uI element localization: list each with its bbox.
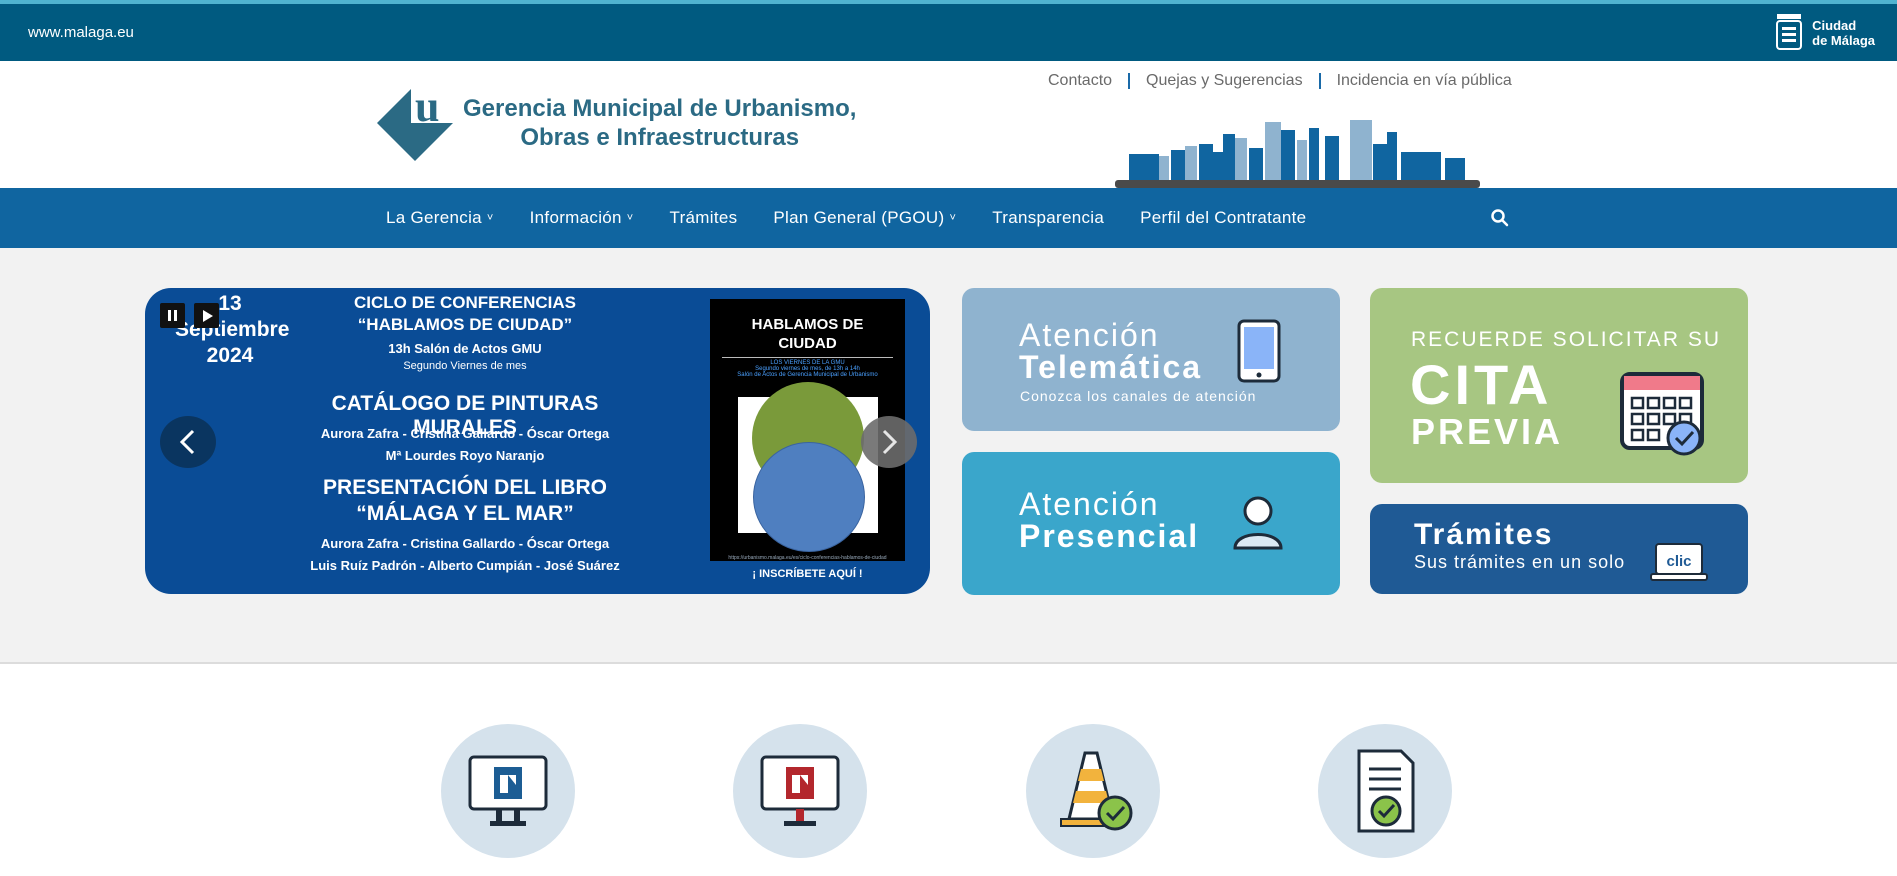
calendar-check-icon <box>1620 372 1704 456</box>
service-circle-2[interactable] <box>733 724 867 858</box>
slide-frequency: Segundo Viernes de mes <box>403 360 527 372</box>
news-slider[interactable]: 13 Septiembre 2024 CICLO DE CONFERENCIAS… <box>145 288 930 594</box>
brand-line-1: Ciudad <box>1812 18 1857 33</box>
city-crest-icon <box>1776 14 1803 50</box>
nav-informacion[interactable]: Información ˅ <box>530 208 634 228</box>
ciudad-de-malaga-brand[interactable]: Ciudad de Málaga <box>1774 13 1875 53</box>
slide-section2-authors-2: Luis Ruíz Padrón - Alberto Cumpián - Jos… <box>310 558 620 573</box>
city-skyline-icon <box>1115 120 1480 188</box>
chevron-down-icon: ˅ <box>949 212 957 224</box>
slide-title-2: “HABLAMOS DE CIUDAD” <box>357 315 573 334</box>
nav-transparencia[interactable]: Transparencia <box>992 208 1104 228</box>
gmu-logo-icon: u <box>377 83 455 161</box>
clic-badge: clic <box>1666 553 1691 570</box>
divider <box>722 357 893 358</box>
service-circle-3[interactable] <box>1026 724 1160 858</box>
slide-section2-title: PRESENTACIÓN DEL LIBRO <box>323 476 607 499</box>
cita-previa-tile[interactable]: RECUERDE SOLICITAR SU CITA PREVIA <box>1370 288 1748 483</box>
nav-tramites[interactable]: Trámites <box>670 208 738 228</box>
monitor-red-icon <box>760 755 840 826</box>
services-icons-row <box>0 724 1897 864</box>
contacto-link[interactable]: Contacto <box>1048 72 1112 90</box>
chevron-down-icon: ˅ <box>486 212 494 224</box>
divider <box>1318 73 1321 89</box>
logo-line-1: Gerencia Municipal de Urbanismo, <box>463 95 857 122</box>
pause-icon[interactable] <box>160 303 185 328</box>
top-bar: www.malaga.eu Ciudad de Málaga <box>0 0 1897 61</box>
divider <box>1128 73 1131 89</box>
slide-section2-subtitle: “MÁLAGA Y EL MAR” <box>356 502 574 525</box>
atencion-presencial-tile[interactable]: Atención Presencial <box>962 452 1340 595</box>
slider-prev-button[interactable] <box>160 416 216 468</box>
gmu-logo[interactable]: u Gerencia Municipal de Urbanismo, Obras… <box>375 83 856 163</box>
quick-links: Contacto Quejas y Sugerencias Incidencia… <box>1048 72 1512 90</box>
quejas-link[interactable]: Quejas y Sugerencias <box>1146 72 1303 90</box>
chevron-right-icon <box>882 429 898 455</box>
slide-date: 13 Septiembre 2024 <box>175 292 290 367</box>
malaga-site-link[interactable]: www.malaga.eu <box>28 24 134 41</box>
document-check-icon <box>1357 749 1415 833</box>
incidencia-link[interactable]: Incidencia en vía pública <box>1337 72 1512 90</box>
svg-text:u: u <box>415 83 439 131</box>
nav-perfil-contratante[interactable]: Perfil del Contratante <box>1140 208 1306 228</box>
inscribete-link[interactable]: ¡ INSCRÍBETE AQUÍ ! <box>710 568 905 580</box>
atencion-telematica-tile[interactable]: Atención Telemática Conozca los canales … <box>962 288 1340 431</box>
site-header: u Gerencia Municipal de Urbanismo, Obras… <box>0 61 1897 188</box>
chevron-down-icon: ˅ <box>626 212 634 224</box>
slide-section2-authors: Aurora Zafra - Cristina Gallardo - Óscar… <box>320 536 610 551</box>
brand-line-2: de Málaga <box>1812 33 1875 48</box>
hero-band: 13 Septiembre 2024 CICLO DE CONFERENCIAS… <box>0 248 1897 664</box>
logo-line-2: Obras e Infraestructuras <box>520 124 800 151</box>
traffic-cone-check-icon <box>1060 751 1133 831</box>
tramites-tile[interactable]: Trámites Sus trámites en un solo clic <box>1370 504 1748 594</box>
slide-section1-authors-2: Mª Lourdes Royo Naranjo <box>385 448 545 463</box>
chevron-left-icon <box>179 429 195 455</box>
nav-la-gerencia[interactable]: La Gerencia ˅ <box>386 208 494 228</box>
poster-url: https://urbanismo.malaga.eu/es/ciclo-con… <box>728 555 887 561</box>
tablet-icon <box>1237 319 1281 383</box>
slide-place: 13h Salón de Actos GMU <box>388 341 542 356</box>
person-icon <box>1233 496 1283 550</box>
play-icon[interactable] <box>194 303 219 328</box>
service-circle-4[interactable] <box>1318 724 1452 858</box>
monitor-blue-icon <box>468 755 548 826</box>
main-navigation: La Gerencia ˅ Información ˅ Trámites Plan … <box>0 188 1897 248</box>
slider-next-button[interactable] <box>861 416 917 468</box>
search-icon[interactable] <box>1490 208 1510 228</box>
service-circle-1[interactable] <box>441 724 575 858</box>
slide-section1-authors: Aurora Zafra - Cristina Gallardo - Óscar… <box>320 426 610 441</box>
poster-blue-circle <box>753 442 865 552</box>
slide-title-1: CICLO DE CONFERENCIAS <box>354 293 576 312</box>
laptop-icon: clic <box>1650 543 1708 581</box>
nav-plan-general[interactable]: Plan General (PGOU) ˅ <box>773 208 956 228</box>
